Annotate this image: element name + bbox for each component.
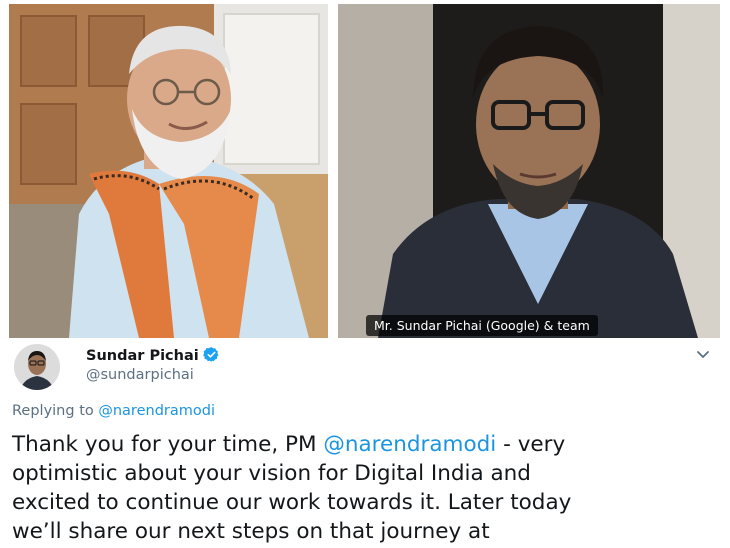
chevron-down-icon[interactable] [695, 346, 711, 362]
video-call-screenshot: Mr. Sundar Pichai (Google) & team [0, 0, 730, 340]
video-tile-left [9, 4, 328, 338]
avatar[interactable] [14, 344, 60, 390]
verified-badge-icon [202, 347, 219, 362]
avatar-image [14, 344, 60, 390]
right-participant-image [338, 4, 720, 338]
participant-caption: Mr. Sundar Pichai (Google) & team [366, 315, 598, 336]
tweet-text-part: Thank you for your time, PM [12, 432, 324, 457]
tweet-text-line: optimistic about your vision for Digital… [12, 461, 531, 486]
video-tile-right: Mr. Sundar Pichai (Google) & team [338, 4, 720, 338]
replying-to: Replying to @narendramodi [12, 403, 215, 419]
replying-to-link[interactable]: @narendramodi [98, 403, 215, 419]
left-participant-image [9, 4, 328, 338]
tweet-text: Thank you for your time, PM @narendramod… [12, 430, 724, 546]
tweet-text-part: - very [496, 432, 566, 457]
author-name[interactable]: Sundar Pichai [86, 346, 220, 364]
tweet-text-line: we’ll share our next steps on that journ… [12, 519, 490, 544]
tweet-text-line: excited to continue our work towards it.… [12, 490, 572, 515]
replying-prefix: Replying to [12, 403, 94, 419]
author-name-text: Sundar Pichai [86, 348, 199, 364]
tweet-mention-link[interactable]: @narendramodi [323, 432, 496, 457]
tweet-card: Sundar Pichai @sundarpichai Replying to … [0, 340, 730, 548]
author-handle[interactable]: @sundarpichai [86, 367, 194, 383]
